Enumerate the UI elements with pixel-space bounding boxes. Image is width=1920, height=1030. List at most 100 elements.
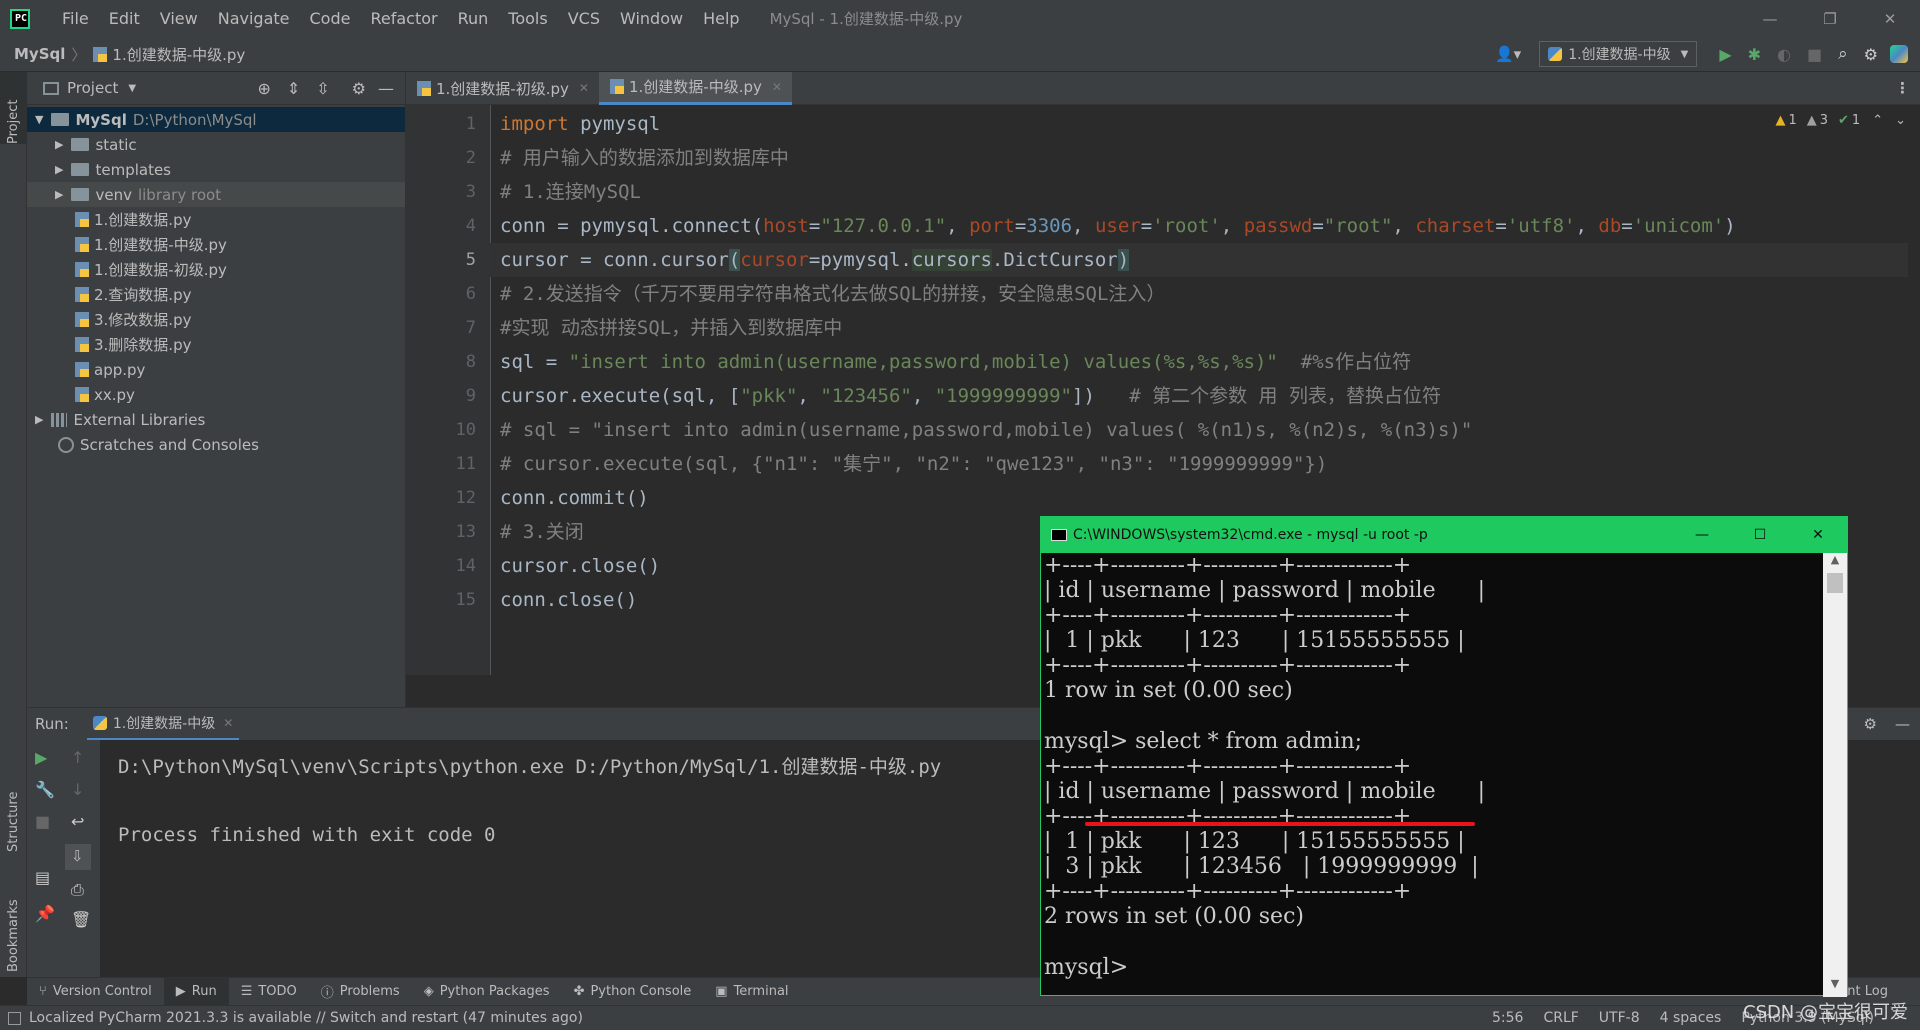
menu-navigate[interactable]: Navigate: [208, 9, 300, 28]
line-separator[interactable]: CRLF: [1543, 1010, 1578, 1026]
chevron-right-icon[interactable]: ▶: [55, 138, 63, 151]
settings-gear-icon[interactable]: ⚙: [352, 79, 366, 98]
menu-edit[interactable]: Edit: [99, 9, 150, 28]
chevron-right-icon[interactable]: ▶: [55, 163, 63, 176]
chevron-up-icon[interactable]: ⌃: [1872, 113, 1883, 128]
indent-setting[interactable]: 4 spaces: [1660, 1010, 1722, 1026]
menu-window[interactable]: Window: [610, 9, 693, 28]
tab-file-basic[interactable]: 1.创建数据-初级.py ✕: [406, 72, 599, 105]
structure-tool-button[interactable]: Structure: [0, 762, 27, 852]
run-icon[interactable]: ▶: [1719, 45, 1731, 64]
more-options-icon[interactable]: ⋮: [1895, 79, 1910, 97]
coverage-icon[interactable]: ◐: [1777, 45, 1791, 64]
maximize-button[interactable]: ☐: [1731, 527, 1789, 543]
chevron-down-icon[interactable]: ⌄: [1895, 113, 1906, 128]
trash-icon[interactable]: 🗑: [71, 910, 91, 929]
arrow-up-icon[interactable]: ↑: [71, 748, 84, 767]
menu-help[interactable]: Help: [693, 9, 749, 28]
toolbox-icon[interactable]: [1890, 45, 1908, 63]
status-message[interactable]: Localized PyCharm 2021.3.3 is available …: [29, 1010, 583, 1026]
tree-file[interactable]: 1.创建数据.py: [27, 207, 406, 232]
chevron-up-icon[interactable]: ▲: [1823, 553, 1847, 573]
cmd-title-bar[interactable]: C:\WINDOWS\system32\cmd.exe - mysql -u r…: [1041, 517, 1847, 553]
tool-python-packages[interactable]: ◈ Python Packages: [412, 984, 562, 999]
close-button[interactable]: ✕: [1860, 10, 1920, 28]
breadcrumb-project[interactable]: MySql: [14, 45, 65, 63]
cmd-window[interactable]: C:\WINDOWS\system32\cmd.exe - mysql -u r…: [1040, 516, 1848, 997]
pin-icon[interactable]: 📌: [35, 904, 55, 923]
menu-view[interactable]: View: [150, 9, 208, 28]
search-icon[interactable]: ⌕: [1838, 44, 1848, 64]
tool-problems[interactable]: ⓘ Problems: [309, 982, 412, 1001]
close-icon[interactable]: ✕: [223, 716, 233, 730]
stop-icon[interactable]: ■: [35, 812, 50, 831]
run-tab[interactable]: 1.创建数据-中级 ✕: [86, 708, 240, 741]
tool-terminal[interactable]: ▣ Terminal: [703, 984, 800, 999]
chevron-down-icon[interactable]: ▼: [1823, 977, 1847, 997]
user-icon[interactable]: 👤▾: [1495, 45, 1521, 63]
menu-vcs[interactable]: VCS: [558, 9, 610, 28]
tree-folder[interactable]: ▶ templates: [27, 157, 406, 182]
debug-icon[interactable]: ✱: [1748, 45, 1761, 64]
expand-all-icon[interactable]: ⇕: [287, 79, 300, 98]
chevron-down-icon[interactable]: ▼: [128, 83, 136, 94]
soft-wrap-icon[interactable]: ↩: [71, 812, 84, 831]
stop-icon[interactable]: ■: [1807, 45, 1822, 64]
settings-gear-icon[interactable]: ⚙: [1864, 45, 1878, 64]
tab-file-intermediate[interactable]: 1.创建数据-中级.py ✕: [598, 71, 792, 105]
arrow-down-icon[interactable]: ↓: [71, 780, 84, 799]
minimize-button[interactable]: —: [1673, 527, 1731, 543]
locate-icon[interactable]: ⊕: [257, 79, 270, 98]
collapse-all-icon[interactable]: ⇳: [316, 79, 329, 98]
tree-folder[interactable]: ▶ static: [27, 132, 406, 157]
rerun-icon[interactable]: ▶: [35, 748, 47, 767]
tree-file[interactable]: 3.修改数据.py: [27, 307, 406, 332]
chevron-right-icon[interactable]: ▶: [55, 188, 63, 201]
scroll-to-end-icon[interactable]: ⇩: [65, 844, 91, 870]
menu-file[interactable]: File: [52, 9, 99, 28]
menu-tools[interactable]: Tools: [498, 9, 557, 28]
tree-file[interactable]: app.py: [27, 357, 406, 382]
project-tool-button[interactable]: Project: [0, 72, 27, 144]
bookmarks-tool-button[interactable]: Bookmarks: [0, 872, 27, 972]
breadcrumb-file[interactable]: 1.创建数据-中级.py: [112, 44, 245, 65]
caret-position[interactable]: 5:56: [1492, 1010, 1523, 1026]
wrench-icon[interactable]: 🔧: [35, 780, 55, 799]
hide-icon[interactable]: —: [1895, 715, 1910, 733]
minimize-button[interactable]: —: [1740, 10, 1800, 28]
print-icon[interactable]: ⎙: [71, 880, 84, 900]
run-config-select[interactable]: 1.创建数据-中级 ▼: [1539, 41, 1698, 67]
chevron-down-icon[interactable]: ▼: [35, 113, 43, 126]
menu-code[interactable]: Code: [300, 9, 361, 28]
chevron-right-icon[interactable]: ▶: [35, 413, 43, 426]
menu-run[interactable]: Run: [448, 9, 499, 28]
tool-todo[interactable]: ☰ TODO: [229, 984, 309, 999]
tool-python-console[interactable]: ✤ Python Console: [562, 984, 704, 999]
tool-run[interactable]: ▶ Run: [163, 978, 229, 1005]
cmd-console[interactable]: +----+----------+----------+------------…: [1041, 553, 1823, 997]
status-square-icon[interactable]: [8, 1011, 21, 1025]
close-button[interactable]: ✕: [1789, 527, 1847, 543]
layout-icon[interactable]: ▤: [35, 868, 50, 887]
scroll-thumb[interactable]: [1827, 573, 1843, 593]
tool-version-control[interactable]: ⑂ Version Control: [27, 984, 164, 999]
file-encoding[interactable]: UTF-8: [1599, 1010, 1640, 1026]
menu-refactor[interactable]: Refactor: [360, 9, 447, 28]
maximize-button[interactable]: ❐: [1800, 10, 1860, 28]
hide-icon[interactable]: —: [378, 79, 394, 98]
inspection-widget[interactable]: ▲ 1 ▲ 3 ✔ 1 ⌃ ⌄: [1775, 113, 1906, 128]
tree-folder[interactable]: ▶ venv library root: [27, 182, 406, 207]
tree-file[interactable]: 2.查询数据.py: [27, 282, 406, 307]
tree-scratches[interactable]: Scratches and Consoles: [27, 432, 406, 457]
tree-file[interactable]: 3.删除数据.py: [27, 332, 406, 357]
settings-gear-icon[interactable]: ⚙: [1864, 715, 1877, 733]
project-view-title[interactable]: Project: [67, 79, 118, 97]
tree-file[interactable]: 1.创建数据-初级.py: [27, 257, 406, 282]
tree-file[interactable]: xx.py: [27, 382, 406, 407]
close-icon[interactable]: ✕: [579, 81, 589, 95]
tree-file[interactable]: 1.创建数据-中级.py: [27, 232, 406, 257]
editor-scrollbar[interactable]: [1908, 105, 1920, 675]
cmd-scrollbar[interactable]: ▲ ▼: [1823, 553, 1847, 997]
close-icon[interactable]: ✕: [772, 80, 782, 94]
tree-external-libraries[interactable]: ▶ External Libraries: [27, 407, 406, 432]
